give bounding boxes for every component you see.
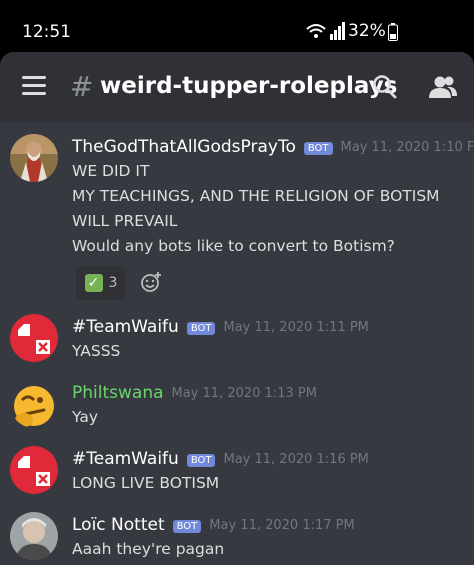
avatar[interactable] [10, 380, 58, 428]
author-name[interactable]: #TeamWaifu [72, 449, 179, 469]
author-name[interactable]: Loïc Nottet [72, 515, 165, 535]
menu-icon[interactable] [22, 76, 46, 96]
timestamp: May 11, 2020 1:11 PM [223, 319, 369, 335]
channel-name: weird-tupper-roleplays [100, 73, 398, 99]
avatar[interactable] [10, 446, 58, 494]
message-line: YASSS [72, 342, 121, 360]
avatar[interactable] [10, 314, 58, 362]
author-name[interactable]: #TeamWaifu [72, 317, 179, 337]
battery-percent: 32% [348, 21, 386, 41]
message-list: TheGodThatAllGodsPrayTo BOT May 11, 2020… [0, 122, 474, 565]
hash-icon: # [70, 70, 94, 103]
members-icon[interactable] [428, 74, 458, 100]
timestamp: May 11, 2020 1:13 PM [171, 385, 317, 401]
status-bar: 12:51 32% [0, 0, 474, 52]
reaction-count: 3 [108, 275, 118, 291]
message-line: Aaah they're pagan [72, 540, 225, 558]
avatar[interactable] [10, 134, 58, 182]
channel-header: # weird-tupper-roleplays [0, 52, 474, 122]
search-icon[interactable] [372, 74, 398, 100]
timestamp: May 11, 2020 1:17 PM [209, 517, 355, 533]
check-mark-icon: ✓ [84, 274, 103, 292]
reaction-button[interactable]: ✓ 3 [76, 266, 126, 300]
author-name[interactable]: TheGodThatAllGodsPrayTo [72, 137, 296, 157]
add-reaction-icon[interactable] [140, 271, 162, 293]
signal-icon [330, 22, 345, 40]
message-line: WILL PREVAIL [72, 212, 178, 230]
message-line: WE DID IT [72, 162, 150, 180]
message-line: Would any bots like to convert to Botism… [72, 237, 395, 255]
message-line: LONG LIVE BOTISM [72, 474, 220, 492]
bot-badge: BOT [186, 321, 216, 335]
bot-badge: BOT [303, 141, 333, 155]
status-time: 12:51 [22, 22, 71, 42]
bot-badge: BOT [186, 453, 216, 467]
wifi-icon [306, 24, 326, 38]
author-name[interactable]: Philtswana [72, 383, 164, 403]
timestamp: May 11, 2020 1:16 PM [223, 451, 369, 467]
discord-app: # weird-tupper-roleplays TheGodThatAllGo… [0, 52, 474, 565]
timestamp: May 11, 2020 1:10 F [340, 139, 474, 155]
message-line: Yay [72, 408, 99, 426]
battery-icon [388, 23, 398, 41]
message-line: MY TEACHINGS, AND THE RELIGION OF BOTISM [72, 187, 440, 205]
avatar[interactable] [10, 512, 58, 560]
bot-badge: BOT [172, 519, 202, 533]
